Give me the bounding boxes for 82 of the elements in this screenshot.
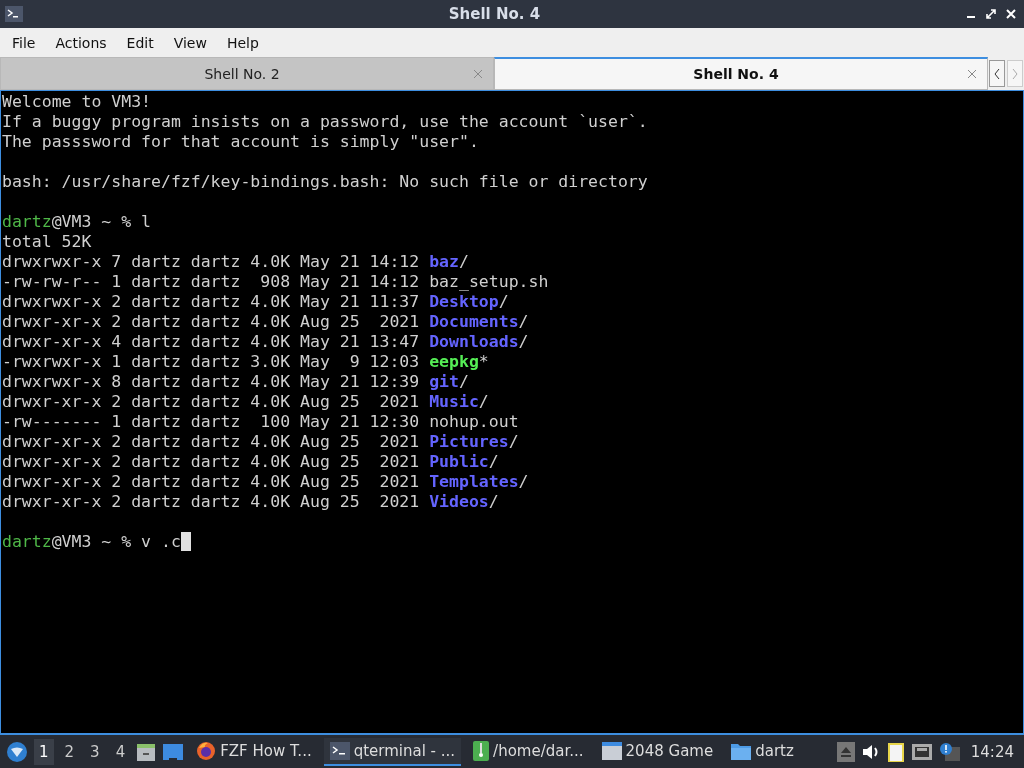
terminal-text: drwxrwxr-x 7 dartz dartz 4.0K May 21 14:12 — [2, 252, 421, 272]
network-icon[interactable] — [910, 742, 933, 761]
terminal-text: Templates — [429, 472, 519, 492]
terminal-text: Pictures — [429, 432, 509, 452]
taskbar-button[interactable]: dartz — [725, 737, 800, 766]
terminal-text: Welcome to VM3! — [2, 92, 151, 112]
terminal-icon — [329, 741, 350, 760]
desktop-switcher[interactable]: 1 — [34, 738, 54, 765]
chevron-right-icon — [1011, 67, 1019, 80]
terminal-text: / — [458, 372, 469, 392]
terminal-text: drwxrwxr-x 2 dartz dartz 4.0K May 21 11:37 — [2, 292, 421, 312]
terminal-area[interactable] — [0, 90, 1024, 734]
terminal-text: / — [518, 472, 529, 492]
terminal-text: drwxr-xr-x 2 dartz dartz 4.0K Aug 25 2021 — [2, 492, 421, 512]
clock[interactable]: 14:24 — [966, 742, 1018, 761]
terminal-text: Music — [429, 392, 479, 412]
terminal-text: / — [488, 492, 499, 512]
terminal-text: Documents — [429, 312, 519, 332]
terminal-text: Videos — [429, 492, 489, 512]
desktop-switcher[interactable]: 4 — [110, 738, 131, 765]
menu-item[interactable]: View — [163, 34, 217, 51]
file-cabinet-icon[interactable] — [136, 741, 157, 762]
terminal-text: Public — [429, 452, 489, 472]
terminal-text: / — [518, 312, 529, 332]
taskbar-button[interactable]: FZF How T... — [190, 736, 318, 767]
notification-icon[interactable] — [938, 741, 961, 762]
folder-icon — [731, 741, 752, 760]
desktop-icon[interactable] — [162, 742, 185, 761]
terminal-text: @VM3 ~ % l — [51, 212, 151, 232]
terminal-text: drwxr-xr-x 2 dartz dartz 4.0K Aug 25 2021 — [2, 312, 421, 332]
browser-icon — [196, 740, 217, 761]
maximize-icon[interactable] — [986, 9, 996, 19]
taskbar-button[interactable]: qterminal - ... — [323, 737, 462, 766]
terminal-text: @VM3 ~ % v .c — [51, 532, 181, 552]
terminal-text: * — [478, 352, 489, 372]
eject-icon[interactable] — [836, 741, 855, 762]
menu-item[interactable]: Actions — [45, 34, 117, 51]
start-menu-icon[interactable] — [6, 740, 28, 763]
desktop-switcher[interactable]: 3 — [85, 738, 105, 765]
terminal-text: dartz — [2, 532, 52, 552]
menu-item[interactable]: File — [2, 34, 46, 51]
terminal-text: / — [508, 432, 519, 452]
terminal-text: drwxr-xr-x 2 dartz dartz 4.0K Aug 25 2021 — [2, 392, 421, 412]
terminal-text: dartz — [2, 212, 52, 232]
terminal-text: Desktop — [429, 292, 499, 312]
chevron-left-icon — [993, 67, 1001, 80]
terminal-text: / — [498, 292, 509, 312]
terminal-text: / — [458, 252, 469, 272]
terminal-text: -rwxrwxr-x 1 dartz dartz 3.0K May 9 12:03 — [2, 352, 421, 372]
terminal-text: Downloads — [429, 332, 519, 352]
terminal-text: The passsword for that account is simply "user". — [2, 132, 479, 152]
terminal-text: git — [429, 372, 459, 392]
terminal-text: baz — [429, 252, 459, 272]
terminal-text: -rw------- 1 dartz dartz 100 May 21 12:30 nohup.out — [2, 412, 519, 432]
terminal-text: total 52K — [2, 232, 92, 252]
terminal-text: / — [478, 392, 489, 412]
close-tab-icon[interactable] — [967, 69, 977, 79]
tab[interactable]: Shell No. 4 — [494, 57, 988, 90]
terminal-text: drwxr-xr-x 2 dartz dartz 4.0K Aug 25 2021 — [2, 452, 421, 472]
menu-item[interactable]: Help — [216, 34, 269, 51]
window-icon — [601, 741, 622, 760]
terminal-text: eepkg — [429, 352, 479, 372]
window-title: Shell No. 4 — [447, 5, 542, 23]
terminal-text: bash: /usr/share/fzf/key-bindings.bash: No such file or directory — [2, 172, 648, 192]
terminal-text: drwxr-xr-x 4 dartz dartz 4.0K May 21 13:47 — [2, 332, 421, 352]
terminal-text: / — [518, 332, 529, 352]
clipboard-icon[interactable] — [886, 740, 905, 763]
terminal-text: / — [488, 452, 499, 472]
desktop-switcher[interactable]: 2 — [59, 738, 80, 765]
terminal-text: drwxr-xr-x 2 dartz dartz 4.0K Aug 25 2021 — [2, 472, 421, 492]
taskbar-button[interactable]: 2048 Game — [595, 737, 720, 766]
menu-item[interactable]: Edit — [116, 34, 164, 51]
archive-icon — [473, 740, 490, 761]
terminal-text: If a buggy program insists on a password, use the account `user`. — [2, 112, 648, 132]
taskbar-button[interactable]: /home/dar... — [467, 736, 590, 767]
terminal-text: -rw-rw-r-- 1 dartz dartz 908 May 21 14:12 baz_setup.sh — [2, 272, 549, 292]
terminal-icon — [5, 6, 23, 22]
terminal-text: drwxrwxr-x 8 dartz dartz 4.0K May 21 12:39 — [2, 372, 421, 392]
scroll-left-button[interactable] — [989, 60, 1005, 87]
terminal-text: drwxr-xr-x 2 dartz dartz 4.0K Aug 25 2021 — [2, 432, 421, 452]
tab[interactable]: Shell No. 2 — [0, 57, 494, 90]
close-icon[interactable] — [1006, 9, 1016, 19]
